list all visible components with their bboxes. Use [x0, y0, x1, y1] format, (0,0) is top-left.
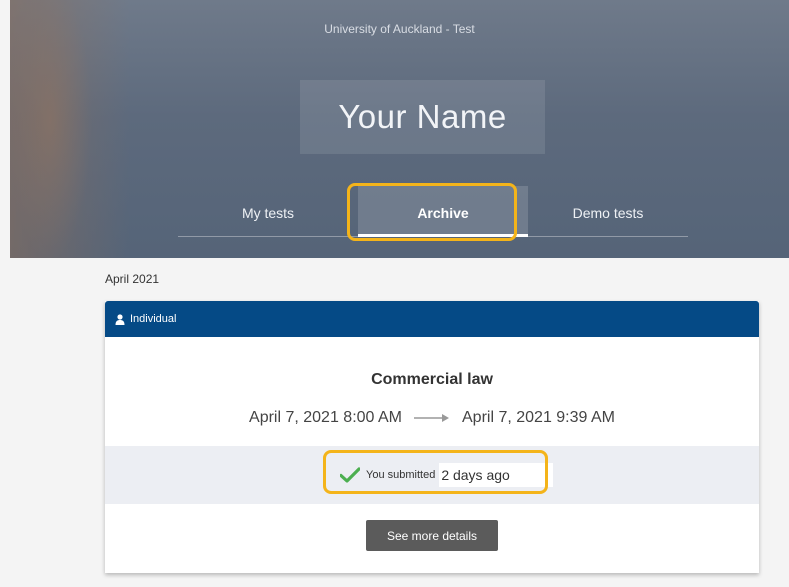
- tab-my-tests[interactable]: My tests: [218, 186, 318, 236]
- arrow-right-icon: [414, 414, 449, 422]
- organization-name: University of Auckland - Test: [324, 22, 475, 36]
- start-time: April 7, 2021 8:00 AM: [249, 409, 402, 426]
- submitted-time: 2 days ago: [439, 463, 554, 487]
- see-more-details-button[interactable]: See more details: [366, 520, 498, 551]
- user-icon: [115, 313, 125, 325]
- active-tab-indicator: [358, 234, 528, 237]
- month-heading: April 2021: [105, 272, 160, 286]
- tab-archive[interactable]: Archive: [358, 186, 528, 237]
- banner-background: [10, 0, 130, 258]
- user-name-box: Your Name: [300, 80, 545, 154]
- end-time: April 7, 2021 9:39 AM: [462, 409, 615, 426]
- tab-demo-tests[interactable]: Demo tests: [553, 186, 663, 236]
- submission-status-row: You submitted 2 days ago: [105, 446, 759, 504]
- tab-bar: My tests Archive Demo tests: [178, 186, 688, 237]
- card-header: Individual: [105, 301, 759, 337]
- submission-status: You submitted 2 days ago: [325, 462, 563, 488]
- header-banner: University of Auckland - Test Your Name …: [10, 0, 789, 258]
- test-title: Commercial law: [371, 371, 493, 388]
- test-time-range: April 7, 2021 8:00 AM April 7, 2021 9:39…: [105, 409, 759, 427]
- submitted-label: You submitted: [366, 469, 436, 481]
- check-icon: [340, 467, 360, 483]
- test-card: Individual Commercial law April 7, 2021 …: [105, 301, 759, 573]
- test-type-label: Individual: [130, 313, 177, 325]
- tab-archive-label: Archive: [417, 205, 469, 221]
- user-name: Your Name: [338, 98, 507, 135]
